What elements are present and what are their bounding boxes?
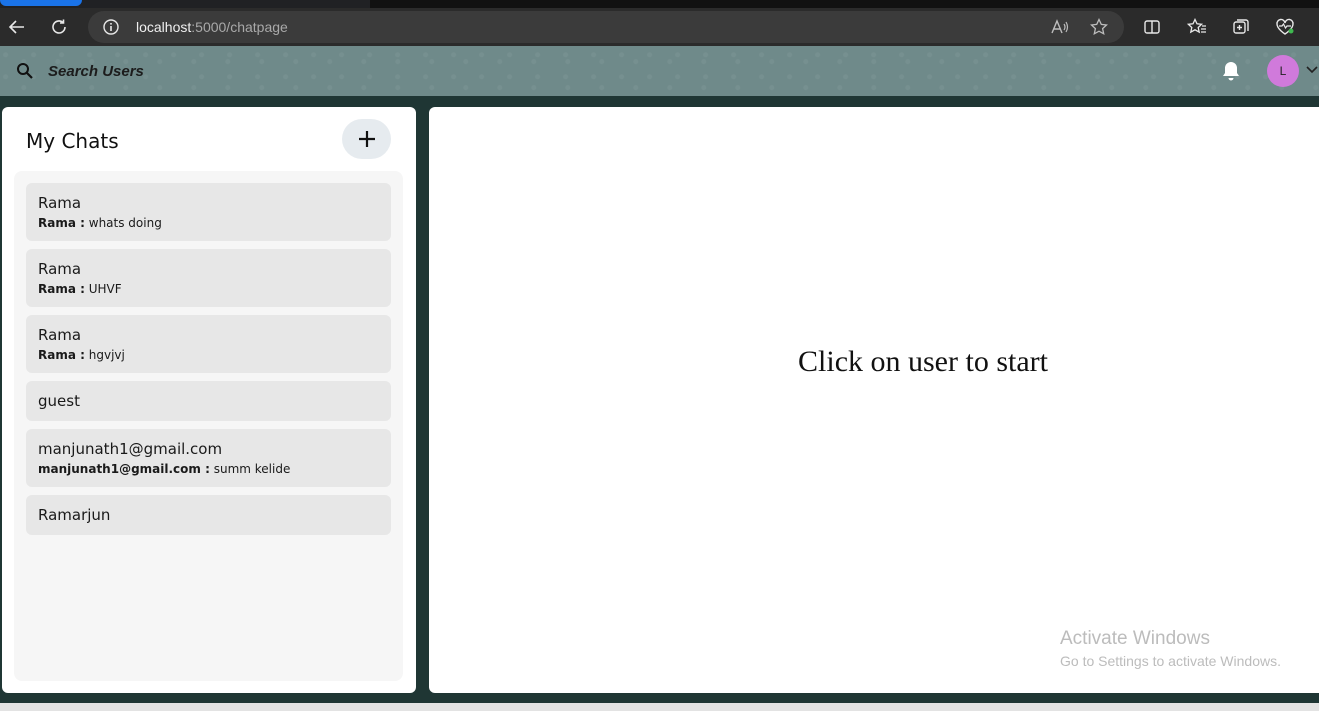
favorites-icon (1187, 18, 1206, 34)
url-path: :5000/chatpage (191, 19, 288, 35)
browser-essentials-icon (1276, 18, 1294, 35)
chat-name: Rama (38, 194, 82, 212)
chat-name: manjunath1@gmail.com (38, 440, 223, 458)
empty-chat-message: Click on user to start (798, 345, 1048, 378)
plus-icon (358, 131, 375, 147)
read-aloud-icon[interactable] (1050, 19, 1070, 35)
chat-list-item[interactable]: Rama Rama : whats doing (26, 183, 391, 241)
active-browser-tab[interactable] (0, 0, 82, 6)
chat-list-item[interactable]: Rama Rama : UHVF (26, 249, 391, 307)
my-chats-title: My Chats (26, 129, 119, 153)
chat-message-sender: Rama : (38, 282, 85, 296)
split-screen-button[interactable] (1135, 8, 1169, 46)
chat-message-text: hgvjvj (88, 348, 125, 362)
app-header: Search Users L (0, 46, 1319, 96)
notification-bell-icon[interactable] (1219, 59, 1243, 83)
my-chats-panel: My Chats Rama Rama : whats doing Rama Ra… (2, 107, 416, 693)
chat-box: Click on user to start Activate Windows … (429, 107, 1319, 693)
search-users-button[interactable]: Search Users (10, 56, 150, 86)
tab-strip-background (370, 0, 1319, 8)
chat-message-text: whats doing (88, 216, 162, 230)
chat-name: guest (38, 392, 80, 410)
refresh-icon (52, 19, 66, 34)
search-users-label: Search Users (48, 62, 144, 80)
refresh-button[interactable] (42, 8, 76, 46)
avatar-initial: L (1279, 64, 1287, 78)
watermark-title: Activate Windows (1060, 628, 1210, 649)
url-text[interactable]: localhost:5000/chatpage (136, 19, 288, 35)
collections-icon (1233, 19, 1249, 34)
chat-list-item[interactable]: guest (26, 381, 391, 421)
address-bar[interactable]: localhost:5000/chatpage (88, 11, 1124, 43)
chat-list-item[interactable]: Rama Rama : hgvjvj (26, 315, 391, 373)
chevron-down-icon[interactable] (1306, 66, 1318, 74)
favorite-star-icon[interactable] (1090, 18, 1108, 36)
chat-message-sender: Rama : (38, 348, 85, 362)
browser-tab-strip (0, 0, 1319, 8)
chat-latest-message: manjunath1@gmail.com : summ kelide (38, 461, 379, 477)
collections-button[interactable] (1224, 8, 1258, 46)
chat-name: Rama (38, 260, 82, 278)
chat-name: Rama (38, 326, 82, 344)
chat-message-text: summ kelide (213, 462, 291, 476)
chat-latest-message: Rama : hgvjvj (38, 347, 379, 363)
back-arrow-icon (8, 20, 24, 34)
chat-latest-message: Rama : UHVF (38, 281, 379, 297)
watermark-subtitle: Go to Settings to activate Windows. (1060, 653, 1281, 669)
chat-message-sender: Rama : (38, 216, 85, 230)
chat-message-text: UHVF (88, 282, 122, 296)
activate-windows-watermark: Activate Windows Go to Settings to activ… (1060, 628, 1281, 669)
new-group-chat-button[interactable] (342, 119, 391, 159)
chat-list-item[interactable]: Ramarjun (26, 495, 391, 535)
browser-essentials-button[interactable] (1268, 8, 1302, 46)
browser-toolbar: localhost:5000/chatpage (0, 8, 1319, 46)
chat-list-item[interactable]: manjunath1@gmail.com manjunath1@gmail.co… (26, 429, 391, 487)
chat-latest-message: Rama : whats doing (38, 215, 379, 231)
info-icon[interactable] (102, 18, 120, 36)
taskbar-edge (0, 703, 1319, 711)
back-button[interactable] (0, 8, 34, 46)
search-icon (17, 63, 33, 79)
chat-list: Rama Rama : whats doing Rama Rama : UHVF… (14, 171, 403, 681)
user-avatar[interactable]: L (1267, 55, 1299, 87)
split-screen-icon (1144, 20, 1160, 34)
chat-message-sender: manjunath1@gmail.com : (38, 462, 210, 476)
chat-name: Ramarjun (38, 506, 111, 524)
url-host: localhost (136, 19, 192, 35)
favorites-button[interactable] (1180, 8, 1214, 46)
